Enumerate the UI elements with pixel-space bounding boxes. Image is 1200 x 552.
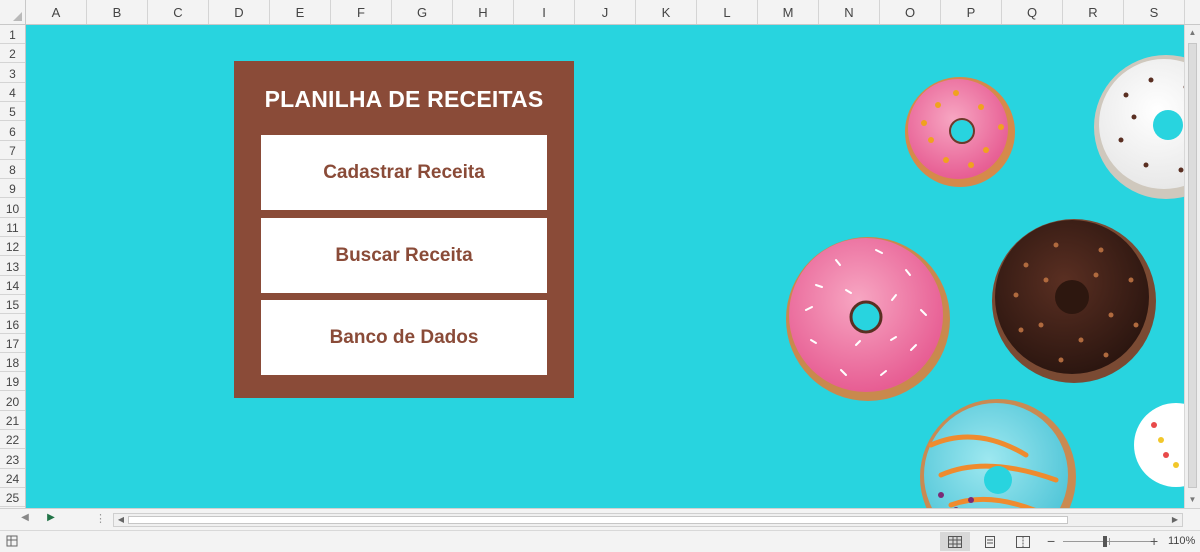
row-header-6[interactable]: 6 [0,122,25,141]
zoom-out-button[interactable]: − [1047,533,1055,549]
worksheet-area[interactable]: PLANILHA DE RECEITAS Cadastrar Receita B… [26,25,1184,508]
database-button[interactable]: Banco de Dados [261,300,547,375]
tab-prev-icon[interactable]: ◀ [18,512,32,523]
row-header-bar: 1 2 3 4 5 6 7 8 9 10 11 12 13 14 15 16 17 18 19 20 21 22 23 24 2… [0,25,26,508]
row-header-21[interactable]: 21 [0,411,25,430]
row-header-20[interactable]: 20 [0,392,25,411]
zoom-slider-track[interactable] [1063,541,1157,542]
column-header-m[interactable]: M [758,0,819,24]
select-all-triangle-icon [13,12,22,21]
column-header-n[interactable]: N [819,0,880,24]
row-header-4[interactable]: 4 [0,83,25,102]
zoom-in-button[interactable]: + [1150,533,1158,549]
scroll-down-icon[interactable]: ▼ [1185,492,1200,508]
column-header-l[interactable]: L [697,0,758,24]
normal-view-button[interactable] [940,532,970,551]
row-header-19[interactable]: 19 [0,372,25,392]
row-header-14[interactable]: 14 [0,276,25,295]
vertical-scrollbar[interactable]: ▲ ▼ [1184,25,1200,508]
panel-title: PLANILHA DE RECEITAS [264,86,544,112]
row-header-17[interactable]: 17 [0,334,25,353]
column-header-i[interactable]: I [514,0,575,24]
column-header-h[interactable]: H [453,0,514,24]
row-header-5[interactable]: 5 [0,102,25,122]
status-bar: − + 110% [0,530,1200,552]
row-header-23[interactable]: 23 [0,450,25,469]
column-header-s[interactable]: S [1124,0,1185,24]
column-header-j[interactable]: J [575,0,636,24]
row-header-10[interactable]: 10 [0,199,25,218]
row-header-3[interactable]: 3 [0,64,25,83]
row-header-1[interactable]: 1 [0,25,25,44]
row-header-22[interactable]: 22 [0,430,25,450]
row-header-13[interactable]: 13 [0,257,25,276]
column-header-d[interactable]: D [209,0,270,24]
scroll-up-icon[interactable]: ▲ [1185,25,1200,41]
column-header-b[interactable]: B [87,0,148,24]
horizontal-scroll-thumb[interactable] [128,516,1068,524]
row-header-24[interactable]: 24 [0,469,25,488]
column-header-bar: ABCDEFGHIJKLMNOPQRS [0,0,1200,25]
column-header-o[interactable]: O [880,0,941,24]
register-recipe-button[interactable]: Cadastrar Receita [261,135,547,210]
column-header-k[interactable]: K [636,0,697,24]
donut-image [786,55,1184,508]
column-header-g[interactable]: G [392,0,453,24]
column-header-f[interactable]: F [331,0,392,24]
column-header-r[interactable]: R [1063,0,1124,24]
row-header-8[interactable]: 8 [0,160,25,180]
row-header-9[interactable]: 9 [0,179,25,199]
sheet-tab-bar: ◀ ▶ ⋮ ◀ ▶ [0,508,1200,530]
recipe-menu-panel: PLANILHA DE RECEITAS Cadastrar Receita B… [234,61,574,398]
column-header-a[interactable]: A [26,0,87,24]
row-header-15[interactable]: 15 [0,295,25,315]
scroll-right-icon[interactable]: ▶ [1169,514,1181,526]
row-header-7[interactable]: 7 [0,141,25,160]
normal-view-icon [948,535,962,548]
column-header-p[interactable]: P [941,0,1002,24]
row-header-16[interactable]: 16 [0,315,25,334]
horizontal-scrollbar[interactable]: ◀ ▶ [113,513,1183,527]
row-header-12[interactable]: 12 [0,237,25,257]
column-header-q[interactable]: Q [1002,0,1063,24]
page-layout-button[interactable] [975,532,1005,551]
page-break-preview-button[interactable] [1008,532,1038,551]
row-header-18[interactable]: 18 [0,353,25,373]
zoom-slider-midmark [1109,538,1110,545]
tab-next-icon[interactable]: ▶ [44,512,58,523]
row-header-25[interactable]: 25 [0,488,25,508]
tab-split-handle-icon[interactable]: ⋮ [95,512,106,525]
select-all-button[interactable] [0,0,26,24]
scroll-left-icon[interactable]: ◀ [115,514,127,526]
zoom-slider-thumb[interactable] [1103,536,1107,547]
column-header-c[interactable]: C [148,0,209,24]
search-recipe-button[interactable]: Buscar Receita [261,218,547,293]
vertical-scroll-thumb[interactable] [1188,43,1197,488]
column-header-e[interactable]: E [270,0,331,24]
row-header-11[interactable]: 11 [0,218,25,237]
row-header-2[interactable]: 2 [0,44,25,64]
page-layout-icon [985,535,995,548]
page-break-preview-icon [1016,535,1030,548]
cell-mode-icon [6,535,18,547]
zoom-level-label[interactable]: 110% [1168,535,1195,547]
